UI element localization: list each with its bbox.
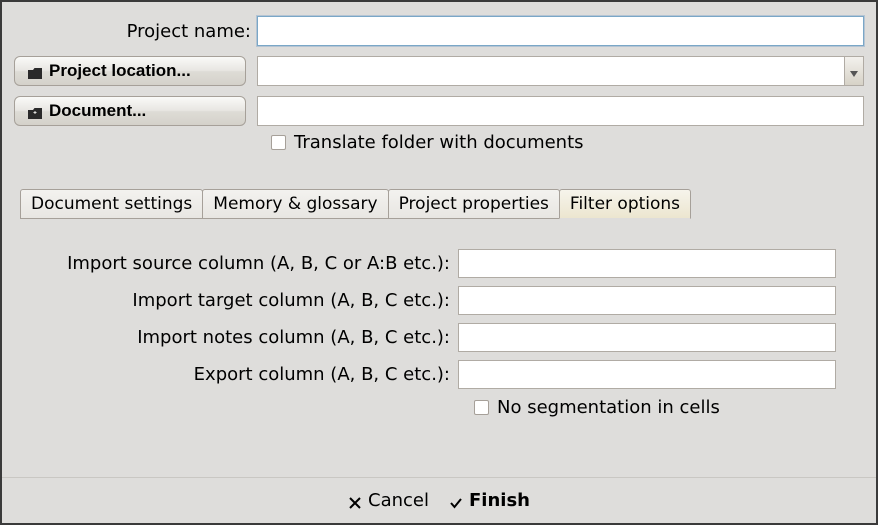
import-target-label: Import target column (A, B, C etc.): [34,290,458,311]
finish-label: Finish [469,490,530,511]
check-icon [449,494,463,508]
dropdown-button[interactable] [844,56,864,86]
document-button[interactable]: Document... [14,96,246,126]
tab-memory-glossary[interactable]: Memory & glossary [202,189,388,219]
project-location-button-label: Project location... [49,61,191,81]
cancel-button[interactable]: Cancel [348,490,429,511]
import-target-row: Import target column (A, B, C etc.): [34,286,844,315]
project-location-input[interactable] [257,56,864,86]
close-icon [348,494,362,508]
tab-project-properties[interactable]: Project properties [388,189,560,219]
tab-filter-options[interactable]: Filter options [559,189,691,219]
translate-folder-row: Translate folder with documents [14,132,864,153]
project-name-input[interactable] [257,16,864,46]
cancel-label: Cancel [368,490,429,511]
no-segmentation-label: No segmentation in cells [497,397,720,418]
import-notes-label: Import notes column (A, B, C etc.): [34,327,458,348]
tab-doc-settings[interactable]: Document settings [20,189,203,219]
export-col-input[interactable] [458,360,836,389]
tabs: Document settingsMemory & glossaryProjec… [14,189,864,219]
translate-folder-checkbox[interactable] [271,135,286,150]
finish-button[interactable]: Finish [449,490,530,511]
project-name-label: Project name: [14,21,257,42]
export-col-row: Export column (A, B, C etc.): [34,360,844,389]
filter-options-panel: Import source column (A, B, C or A:B etc… [14,219,864,428]
main-form: Project name: Project location... [2,2,876,477]
document-input[interactable] [257,96,864,126]
export-col-label: Export column (A, B, C etc.): [34,364,458,385]
chevron-down-icon [850,62,858,81]
dialog-footer: Cancel Finish [2,477,876,523]
no-segmentation-row: No segmentation in cells [34,397,844,418]
import-source-input[interactable] [458,249,836,278]
folder-plus-icon [27,105,43,118]
project-location-button[interactable]: Project location... [14,56,246,86]
folder-icon [27,65,43,78]
import-source-label: Import source column (A, B, C or A:B etc… [34,253,458,274]
translate-folder-label: Translate folder with documents [294,132,584,153]
no-segmentation-checkbox[interactable] [474,400,489,415]
project-location-select[interactable] [257,56,864,86]
import-notes-row: Import notes column (A, B, C etc.): [34,323,844,352]
import-notes-input[interactable] [458,323,836,352]
document-button-label: Document... [49,101,146,121]
import-target-input[interactable] [458,286,836,315]
import-source-row: Import source column (A, B, C or A:B etc… [34,249,844,278]
